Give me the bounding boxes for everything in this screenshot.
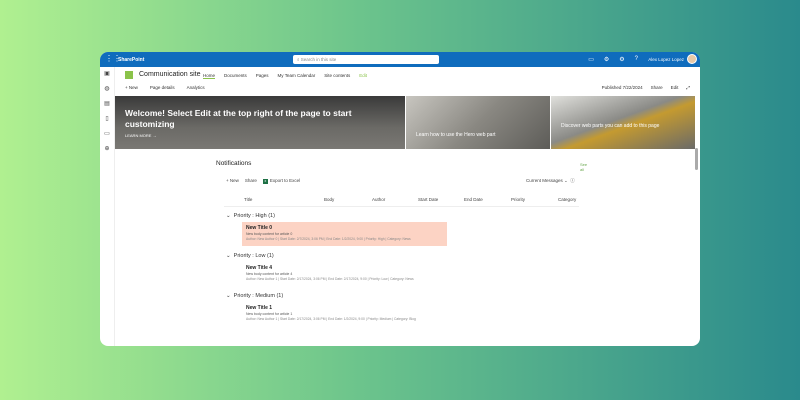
published-status: Published 7/22/2024	[601, 85, 643, 90]
hero-main-title: Welcome! Select Edit at the top right of…	[125, 108, 352, 129]
learn-more-link[interactable]: LEARN MORE →	[125, 133, 157, 138]
globe-icon[interactable]: ◍	[100, 82, 114, 97]
new-button[interactable]: + New	[125, 85, 138, 90]
group-label: Priority : Medium (1)	[233, 293, 284, 299]
item-title: New Title 0	[246, 225, 273, 231]
item-body: New body content for article 4	[246, 272, 293, 276]
col-body[interactable]: Body	[324, 197, 334, 202]
expand-icon[interactable]: ⤢	[686, 85, 690, 90]
site-logo[interactable]	[125, 71, 133, 79]
view-selector[interactable]: Current Messages ⌄ ⓘ	[526, 178, 575, 184]
list-new-button[interactable]: + New	[226, 178, 239, 184]
list-item[interactable]: New Title 0 New body content for article…	[242, 222, 447, 246]
sharepoint-window: ⋮⋮ SharePoint ⌕ Search in this site ▭ ⚙ ⚙?…	[100, 52, 700, 346]
news-icon[interactable]: ▤	[100, 97, 114, 112]
hero-webpart: Welcome! Select Edit at the top right of…	[115, 96, 695, 149]
list-item[interactable]: New Title 1 New body content for article…	[242, 302, 447, 326]
export-label: Export to Excel	[269, 178, 301, 183]
lists-icon[interactable]: ▭	[100, 127, 114, 142]
group-label: Priority : Low (1)	[233, 253, 274, 259]
item-body: New body content for article 1	[246, 312, 293, 316]
group-header[interactable]: ⌄ Priority : High (1)	[226, 213, 275, 219]
share-button[interactable]: Share	[651, 85, 663, 90]
item-body: New body content for article 0	[246, 232, 293, 236]
col-start-date[interactable]: Start Date	[418, 197, 438, 202]
list-share-button[interactable]: Share	[245, 178, 257, 184]
column-headers: Title Body Author Start Date End Date Pr…	[224, 197, 579, 207]
edit-button[interactable]: Edit	[671, 85, 679, 90]
site-title[interactable]: Communication site	[139, 71, 200, 78]
help-icon[interactable]: ?	[635, 56, 638, 63]
item-title: New Title 4	[246, 265, 273, 271]
home-icon[interactable]: ▣	[100, 67, 114, 82]
see-all-link[interactable]: See all	[580, 162, 587, 172]
scrollbar[interactable]	[695, 148, 698, 170]
nav-site-contents[interactable]: Site contents	[324, 73, 350, 79]
chat-icon[interactable]: ▭	[588, 56, 594, 63]
page-details-button[interactable]: Page details	[150, 85, 175, 90]
hero-tile-2[interactable]: Learn how to use the Hero web part	[406, 96, 550, 149]
nav-edit[interactable]: Edit	[359, 73, 367, 79]
nav-home[interactable]: Home	[203, 73, 216, 79]
site-header: Communication site Home Documents Pages …	[115, 67, 700, 96]
user-name[interactable]: Alex Lopez Lopez	[648, 57, 684, 62]
col-end-date[interactable]: End Date	[464, 197, 483, 202]
notifications-title: Notifications	[216, 160, 252, 167]
group-header[interactable]: ⌄ Priority : Medium (1)	[226, 293, 283, 299]
create-icon[interactable]: ⊕	[100, 142, 114, 157]
search-input[interactable]: ⌕ Search in this site	[293, 55, 439, 64]
col-category[interactable]: Category	[558, 197, 576, 202]
suite-bar: ⋮⋮ SharePoint ⌕ Search in this site ▭ ⚙ ⚙?…	[100, 52, 700, 67]
group-label: Priority : High (1)	[233, 213, 275, 219]
item-meta: Author: New Author 1 | Start Date: 2/17/…	[246, 277, 414, 281]
item-meta: Author: New Author 1 | Start Date: 2/17/…	[246, 317, 416, 321]
left-rail: ▣ ◍ ▤ ▯ ▭ ⊕	[100, 67, 115, 346]
col-author[interactable]: Author	[372, 197, 385, 202]
avatar[interactable]	[687, 54, 697, 64]
nav-pages[interactable]: Pages	[256, 73, 269, 79]
export-excel-button[interactable]: x Export to Excel	[262, 178, 301, 184]
search-placeholder: Search in this site	[300, 57, 337, 62]
app-name[interactable]: SharePoint	[118, 57, 144, 63]
col-priority[interactable]: Priority	[511, 197, 525, 202]
notifications-webpart: Notifications See all + New Share x Expor…	[216, 160, 587, 346]
nav-calendar[interactable]: My Team Calendar	[278, 73, 316, 79]
col-title[interactable]: Title	[244, 197, 252, 202]
list-item[interactable]: New Title 4 New body content for article…	[242, 262, 447, 286]
group-header[interactable]: ⌄ Priority : Low (1)	[226, 253, 274, 259]
settings-icon[interactable]: ⚙	[619, 56, 624, 63]
analytics-button[interactable]: Analytics	[187, 85, 205, 90]
item-meta: Author: New Author 0 | Start Date: 2/7/2…	[246, 237, 411, 241]
site-nav: Home Documents Pages My Team Calendar Si…	[203, 73, 367, 79]
hero-tile-3-text: Discover web parts you can add to this p…	[561, 123, 660, 129]
notifications-icon[interactable]: ⚙	[604, 56, 609, 63]
file-icon[interactable]: ▯	[100, 112, 114, 127]
hero-tile-3[interactable]: Discover web parts you can add to this p…	[551, 96, 695, 149]
hero-tile-main[interactable]: Welcome! Select Edit at the top right of…	[115, 96, 405, 149]
view-label: Current Messages	[526, 178, 563, 183]
item-title: New Title 1	[246, 305, 273, 311]
excel-icon: x	[262, 179, 268, 184]
nav-documents[interactable]: Documents	[224, 73, 247, 79]
hero-tile-2-text: Learn how to use the Hero web part	[416, 132, 496, 138]
